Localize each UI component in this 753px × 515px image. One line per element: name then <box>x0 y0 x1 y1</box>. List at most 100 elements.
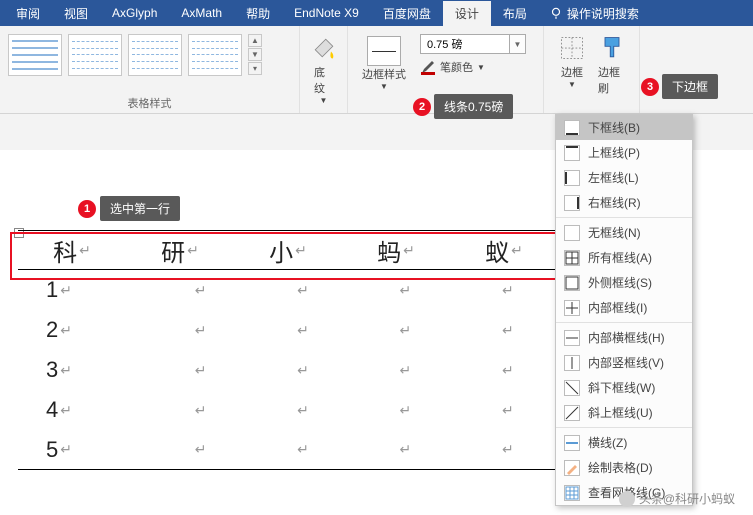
tell-me-label: 操作说明搜索 <box>567 5 639 22</box>
table-cell[interactable]: ↵ <box>456 441 558 458</box>
dd-inside-h-border[interactable]: 内部横框线(H) <box>556 325 692 350</box>
dd-horizontal-line[interactable]: 横线(Z) <box>556 430 692 455</box>
grid-icon <box>564 485 580 501</box>
dd-left-border[interactable]: 左框线(L) <box>556 165 692 190</box>
border-styles-button[interactable]: 边框样式 ▼ <box>356 32 412 95</box>
table-cell[interactable]: ↵ <box>353 322 455 339</box>
shading-label: 底纹 <box>314 64 333 96</box>
table-cell[interactable]: ↵ <box>251 282 353 299</box>
borders-dropdown-button[interactable]: 边框 ▼ <box>552 30 592 100</box>
style-thumb[interactable] <box>68 34 122 76</box>
dd-outside-borders[interactable]: 外侧框线(S) <box>556 270 692 295</box>
style-thumb[interactable] <box>8 34 62 76</box>
table-cell[interactable]: ↵ <box>148 402 250 419</box>
style-thumb[interactable] <box>188 34 242 76</box>
border-top-icon <box>564 145 580 161</box>
table-cell[interactable]: ↵ <box>251 362 353 379</box>
borders-label: 边框 <box>561 64 583 80</box>
tab-review[interactable]: 审阅 <box>4 1 52 26</box>
table-cell[interactable]: ↵ <box>456 322 558 339</box>
scroll-more-icon[interactable]: ▾ <box>248 62 262 75</box>
table-cell[interactable]: ↵ <box>456 362 558 379</box>
style-thumb[interactable] <box>128 34 182 76</box>
watermark: 头条@科研小蚂蚁 <box>619 490 735 507</box>
chevron-down-icon[interactable]: ▼ <box>510 34 526 54</box>
tab-view[interactable]: 视图 <box>52 1 100 26</box>
table-row[interactable]: 1↵ ↵ ↵ ↵ ↵ <box>18 270 558 310</box>
table-cell[interactable]: ↵ <box>353 282 455 299</box>
table-row[interactable]: 3↵ ↵ ↵ ↵ ↵ <box>18 350 558 390</box>
dd-right-border[interactable]: 右框线(R) <box>556 190 692 215</box>
table-row[interactable]: 2↵ ↵ ↵ ↵ ↵ <box>18 310 558 350</box>
dd-all-borders[interactable]: 所有框线(A) <box>556 245 692 270</box>
table-header-row[interactable]: 科↵ 研↵ 小↵ 蚂↵ 蚁↵ <box>18 230 558 270</box>
dropdown-separator <box>556 217 692 218</box>
dd-diag-down-border[interactable]: 斜下框线(W) <box>556 375 692 400</box>
table-cell[interactable]: 1↵ <box>18 277 148 303</box>
table-cell[interactable]: 2↵ <box>18 317 148 343</box>
table-header-cell[interactable]: 小↵ <box>234 233 342 268</box>
tab-help[interactable]: 帮助 <box>234 1 282 26</box>
dd-top-border[interactable]: 上框线(P) <box>556 140 692 165</box>
table-cell[interactable]: ↵ <box>353 362 455 379</box>
scroll-up-icon[interactable]: ▲ <box>248 34 262 47</box>
table-header-cell[interactable]: 科↵ <box>18 233 126 268</box>
table-row[interactable]: 5↵ ↵ ↵ ↵ ↵ <box>18 430 558 470</box>
table-cell[interactable]: ↵ <box>148 441 250 458</box>
scroll-down-icon[interactable]: ▼ <box>248 48 262 61</box>
tab-design[interactable]: 设计 <box>443 1 491 26</box>
border-diag-down-icon <box>564 380 580 396</box>
dd-inside-borders[interactable]: 内部框线(I) <box>556 295 692 320</box>
table-cell[interactable]: ↵ <box>148 282 250 299</box>
border-left-icon <box>564 170 580 186</box>
border-inside-icon <box>564 300 580 316</box>
table-cell[interactable]: 5↵ <box>18 437 148 463</box>
tab-layout[interactable]: 布局 <box>491 1 539 26</box>
table-cell[interactable]: 3↵ <box>18 357 148 383</box>
document-table[interactable]: 科↵ 研↵ 小↵ 蚂↵ 蚁↵ 1↵ ↵ ↵ ↵ ↵ 2↵ ↵ ↵ ↵ ↵ 3↵ … <box>18 230 558 470</box>
border-painter-button[interactable]: 边框刷 <box>592 30 632 100</box>
dd-bottom-border[interactable]: 下框线(B) <box>556 115 692 140</box>
border-inside-h-icon <box>564 330 580 346</box>
table-header-cell[interactable]: 蚂↵ <box>342 233 450 268</box>
pen-color-button[interactable]: 笔颜色 ▼ <box>420 59 526 75</box>
border-painter-label: 边框刷 <box>598 64 626 96</box>
gallery-scroll[interactable]: ▲ ▼ ▾ <box>248 34 262 75</box>
line-weight-selector[interactable]: 0.75 磅 ▼ <box>420 34 526 54</box>
shading-button[interactable]: 底纹 ▼ <box>308 30 339 109</box>
group-table-styles: ▲ ▼ ▾ 表格样式 <box>0 26 300 113</box>
table-cell[interactable]: ↵ <box>251 402 353 419</box>
dd-diag-up-border[interactable]: 斜上框线(U) <box>556 400 692 425</box>
table-header-cell[interactable]: 蚁↵ <box>450 233 558 268</box>
border-right-icon <box>564 195 580 211</box>
tab-axglyph[interactable]: AxGlyph <box>100 2 169 24</box>
pencil-icon <box>564 460 580 476</box>
table-cell[interactable]: ↵ <box>251 322 353 339</box>
table-cell[interactable]: ↵ <box>251 441 353 458</box>
ribbon-tabstrip: 审阅 视图 AxGlyph AxMath 帮助 EndNote X9 百度网盘 … <box>0 0 753 26</box>
dd-inside-v-border[interactable]: 内部竖框线(V) <box>556 350 692 375</box>
table-cell[interactable]: ↵ <box>148 322 250 339</box>
border-grid-icon <box>558 34 586 62</box>
table-cell[interactable]: ↵ <box>456 402 558 419</box>
dd-draw-table[interactable]: 绘制表格(D) <box>556 455 692 480</box>
tab-endnote[interactable]: EndNote X9 <box>282 2 371 24</box>
table-cell[interactable]: ↵ <box>353 441 455 458</box>
dropdown-separator <box>556 322 692 323</box>
dd-no-border[interactable]: 无框线(N) <box>556 220 692 245</box>
tell-me[interactable]: 操作说明搜索 <box>549 5 639 22</box>
badge-2: 2 <box>413 98 431 116</box>
table-cell[interactable]: ↵ <box>148 362 250 379</box>
table-cell[interactable]: 4↵ <box>18 397 148 423</box>
table-styles-gallery[interactable]: ▲ ▼ ▾ <box>8 30 291 76</box>
table-row[interactable]: 4↵ ↵ ↵ ↵ ↵ <box>18 390 558 430</box>
watermark-icon <box>619 491 635 507</box>
table-cell[interactable]: ↵ <box>456 282 558 299</box>
table-cell[interactable]: ↵ <box>353 402 455 419</box>
tab-baidu[interactable]: 百度网盘 <box>371 1 443 26</box>
pen-icon <box>420 59 436 75</box>
tab-axmath[interactable]: AxMath <box>169 2 234 24</box>
hr-icon <box>564 435 580 451</box>
border-none-icon <box>564 225 580 241</box>
table-header-cell[interactable]: 研↵ <box>126 233 234 268</box>
